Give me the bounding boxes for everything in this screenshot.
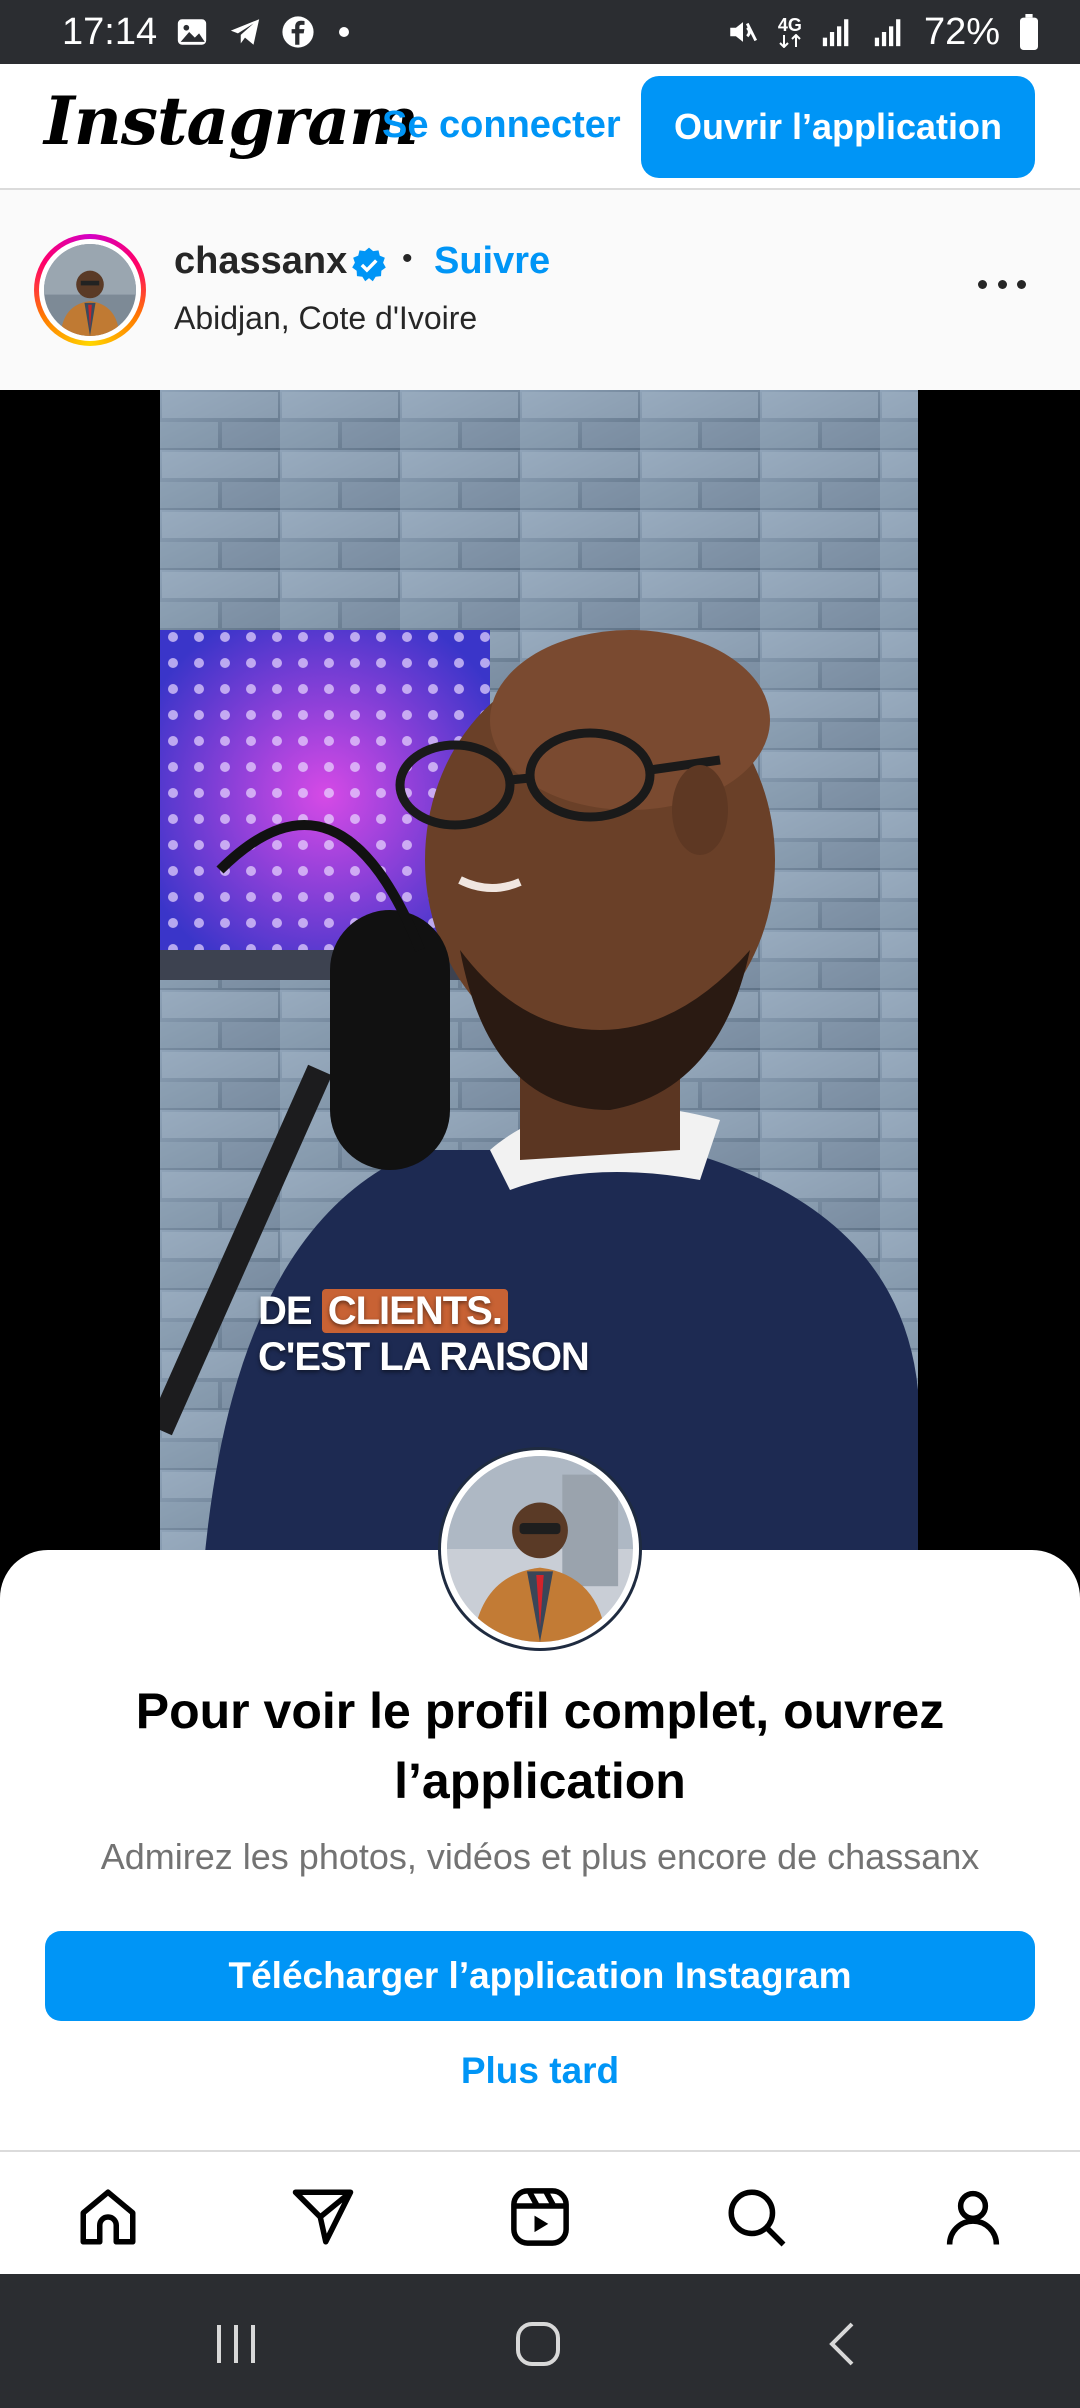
app-header: Instagram Se connecter Ouvrir l’applicat…	[0, 64, 1080, 190]
caption-prefix: DE	[258, 1289, 313, 1333]
avatar-image	[447, 1456, 633, 1642]
mute-icon	[726, 15, 760, 49]
4g-icon: 4G	[778, 16, 802, 48]
sheet-subtitle: Admirez les photos, vidéos et plus encor…	[100, 1836, 980, 1877]
later-button[interactable]: Plus tard	[0, 2050, 1080, 2092]
story-ring-avatar[interactable]	[34, 234, 146, 346]
instagram-logo[interactable]: Instagram	[44, 82, 419, 160]
home-icon[interactable]	[73, 2182, 143, 2252]
home-circle-icon[interactable]	[508, 2314, 568, 2374]
video-frame: DE CLIENTS. C'EST LA RAISON	[160, 390, 918, 1620]
telegram-icon	[227, 15, 263, 49]
bottom-navigation	[0, 2150, 1080, 2274]
network-label: 4G	[777, 15, 802, 35]
verified-badge-icon	[350, 246, 388, 289]
caption-highlight: CLIENTS.	[321, 1289, 508, 1333]
system-navigation	[0, 2274, 1080, 2408]
reels-icon[interactable]	[505, 2182, 575, 2252]
separator-dot: •	[402, 242, 413, 275]
profile-avatar	[441, 1450, 639, 1648]
battery-icon	[1018, 14, 1040, 50]
status-bar: 17:14 4G 72%	[0, 0, 1080, 64]
video-still	[160, 390, 918, 1620]
avatar	[44, 244, 136, 336]
caption-line-1: DE CLIENTS.	[258, 1288, 589, 1334]
video-caption: DE CLIENTS. C'EST LA RAISON	[258, 1288, 590, 1380]
recent-apps-icon[interactable]	[206, 2314, 266, 2374]
status-right: 4G 72%	[726, 11, 1040, 54]
back-icon[interactable]	[812, 2314, 872, 2374]
more-options-icon[interactable]	[978, 272, 1026, 296]
battery-percent: 72%	[923, 10, 1000, 53]
status-left: 17:14	[62, 10, 350, 54]
username[interactable]: chassanx	[174, 240, 347, 283]
profile-icon[interactable]	[938, 2182, 1008, 2252]
search-icon[interactable]	[721, 2182, 791, 2252]
follow-button[interactable]: Suivre	[434, 240, 550, 283]
facebook-icon	[281, 15, 315, 49]
download-app-button[interactable]: Télécharger l’application Instagram	[45, 1931, 1035, 2021]
status-time: 17:14	[62, 10, 158, 53]
sheet-title: Pour voir le profil complet, ouvrez l’ap…	[135, 1683, 945, 1809]
video-player[interactable]: DE CLIENTS. C'EST LA RAISON	[0, 390, 1080, 1620]
signal-icon	[820, 15, 854, 49]
post-location[interactable]: Abidjan, Cote d'Ivoire	[174, 300, 477, 337]
direct-send-icon[interactable]	[288, 2182, 358, 2252]
open-app-button[interactable]: Ouvrir l’application	[641, 76, 1035, 178]
dot-icon	[339, 27, 350, 37]
caption-line-2: C'EST LA RAISON	[258, 1335, 590, 1379]
signal-icon	[872, 15, 906, 49]
gallery-icon	[175, 15, 209, 49]
login-link[interactable]: Se connecter	[382, 104, 621, 147]
post-header: chassanx • Suivre Abidjan, Cote d'Ivoire	[0, 190, 1080, 390]
